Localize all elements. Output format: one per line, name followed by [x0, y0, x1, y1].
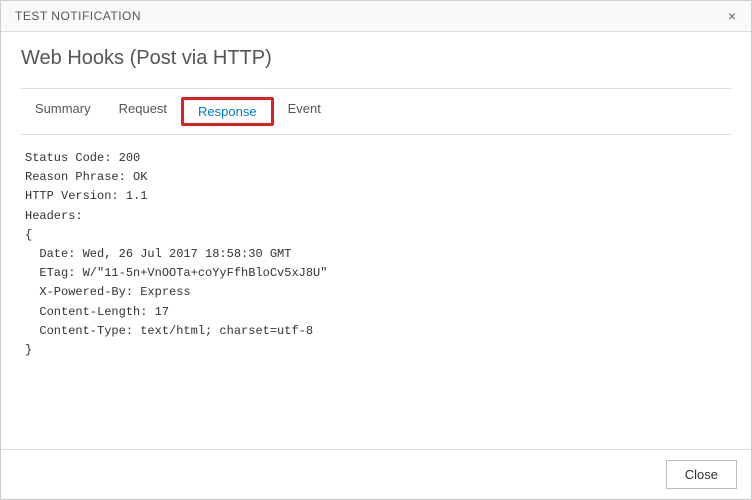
header-xpoweredby: X-Powered-By: Express [25, 283, 727, 302]
dialog-footer: Close [1, 449, 751, 499]
tab-bar: Summary Request Response Event [21, 88, 731, 135]
dialog-title: TEST NOTIFICATION [15, 9, 141, 23]
main-content: Web Hooks (Post via HTTP) Summary Reques… [1, 32, 751, 449]
tab-response[interactable]: Response [181, 97, 274, 126]
tab-event[interactable]: Event [274, 97, 335, 126]
titlebar: TEST NOTIFICATION × [1, 1, 751, 32]
reason-phrase-line: Reason Phrase: OK [25, 168, 727, 187]
status-code-line: Status Code: 200 [25, 149, 727, 168]
page-title: Web Hooks (Post via HTTP) [21, 47, 731, 70]
header-content-type: Content-Type: text/html; charset=utf-8 [25, 322, 727, 341]
header-content-length: Content-Length: 17 [25, 303, 727, 322]
headers-label: Headers: [25, 207, 727, 226]
http-version-line: HTTP Version: 1.1 [25, 187, 727, 206]
tab-summary[interactable]: Summary [21, 97, 105, 126]
open-brace: { [25, 226, 727, 245]
header-etag: ETag: W/"11-5n+VnOOTa+coYyFfhBloCv5xJ8U" [25, 264, 727, 283]
response-content: Status Code: 200Reason Phrase: OKHTTP Ve… [21, 135, 731, 449]
header-date: Date: Wed, 26 Jul 2017 18:58:30 GMT [25, 245, 727, 264]
close-icon[interactable]: × [723, 7, 741, 25]
close-brace: } [25, 341, 727, 360]
tab-request[interactable]: Request [105, 97, 181, 126]
close-button[interactable]: Close [666, 460, 737, 489]
